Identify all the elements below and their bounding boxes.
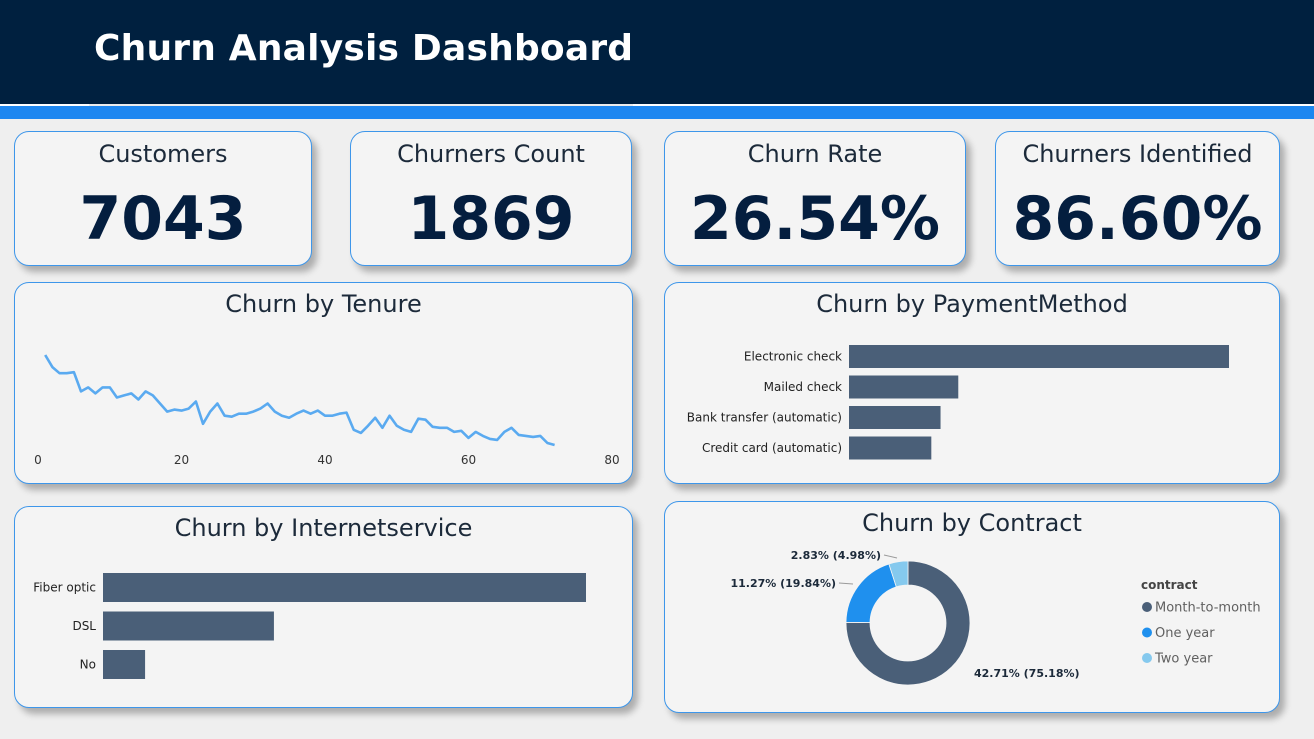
category-label: Electronic check <box>744 350 842 364</box>
chart-card-tenure[interactable]: Churn by Tenure 0 20 40 60 80 <box>14 282 633 484</box>
header-accent-bar <box>0 106 1314 119</box>
kpi-label: Churn Rate <box>747 140 883 168</box>
bar[interactable] <box>103 573 586 602</box>
category-label: Bank transfer (automatic) <box>687 411 842 425</box>
x-tick-label: 0 <box>34 453 42 467</box>
leader-line <box>883 554 898 559</box>
bar[interactable] <box>849 345 1229 368</box>
tenure-series-line[interactable] <box>44 354 555 447</box>
dashboard-header: Churn Analysis Dashboard <box>0 0 1314 104</box>
slice-data-label: 2.83% (4.98%) <box>791 549 881 562</box>
kpi-card-churn-rate[interactable]: Churn Rate 26.54% <box>664 131 966 266</box>
x-tick-label: 20 <box>174 453 189 467</box>
chart-card-contract[interactable]: Churn by Contract 42.71% (75.18%) 11.27% … <box>664 501 1280 713</box>
legend-marker <box>1142 627 1152 638</box>
legend-item[interactable]: Month-to-month <box>1155 601 1261 616</box>
category-label: No <box>80 658 96 672</box>
category-label: Credit card (automatic) <box>702 441 842 455</box>
category-label: Mailed check <box>764 380 842 394</box>
legend-marker <box>1142 653 1152 663</box>
bar[interactable] <box>849 375 959 399</box>
legend-item[interactable]: One year <box>1155 626 1215 641</box>
slice-data-label: 42.71% (75.18%) <box>974 667 1080 680</box>
kpi-label: Churners Identified <box>1022 140 1253 168</box>
chart-card-payment-method[interactable]: Churn by PaymentMethod Electronic check M… <box>664 282 1280 484</box>
x-tick-label: 80 <box>604 453 619 467</box>
donut-slice[interactable] <box>845 563 897 623</box>
kpi-value: 86.60% <box>1012 184 1263 254</box>
kpi-value: 26.54% <box>690 184 940 254</box>
kpi-label: Churners Count <box>397 140 585 168</box>
leader-line <box>838 582 854 585</box>
category-label: DSL <box>72 619 96 633</box>
bar[interactable] <box>103 611 274 641</box>
internet-bar-chart[interactable]: Fiber optic DSL No <box>15 507 632 707</box>
payment-bar-chart[interactable]: Electronic check Mailed check Bank transfe… <box>665 283 1279 483</box>
bar[interactable] <box>849 406 941 429</box>
kpi-value: 7043 <box>79 184 247 254</box>
category-label: Fiber optic <box>33 581 96 595</box>
page-title: Churn Analysis Dashboard <box>94 28 634 69</box>
tenure-line-chart[interactable]: 0 20 40 60 80 <box>15 283 632 483</box>
kpi-label: Customers <box>98 140 228 168</box>
x-tick-label: 40 <box>317 453 332 467</box>
kpi-card-customers[interactable]: Customers 7043 <box>14 131 312 266</box>
legend-marker <box>1142 602 1152 612</box>
chart-card-internet-service[interactable]: Churn by Internetservice Fiber optic DSL N… <box>14 506 633 708</box>
kpi-value: 1869 <box>407 184 575 254</box>
contract-donut-chart[interactable]: 42.71% (75.18%) 11.27% (19.84%) 2.83% (4.9… <box>665 502 1279 712</box>
slice-data-label: 11.27% (19.84%) <box>730 577 836 590</box>
legend-item[interactable]: Two year <box>1154 652 1213 667</box>
x-tick-label: 60 <box>461 453 476 467</box>
bar[interactable] <box>103 650 146 679</box>
kpi-card-churners-identified[interactable]: Churners Identified 86.60% <box>995 131 1280 266</box>
bar[interactable] <box>849 436 932 460</box>
kpi-card-churners-count[interactable]: Churners Count 1869 <box>350 131 632 266</box>
legend-title: contract <box>1141 578 1198 592</box>
